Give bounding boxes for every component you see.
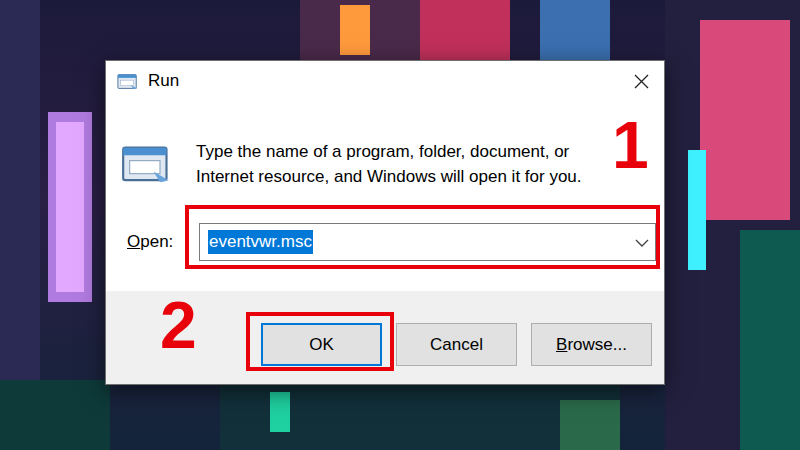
dialog-button[interactable]: Browse... [531,323,652,366]
title-bar: Run [106,61,664,101]
open-combobox[interactable]: eventvwr.msc [199,223,656,261]
open-row: Open:eventvwr.msc [121,223,664,261]
dialog-button[interactable]: Cancel [396,323,517,366]
annotation-box [246,312,394,371]
prompt-line: Type the name of a program, folder, docu… [196,139,582,164]
desktop: Run Type the name of a program, folder, d… [0,0,800,450]
run-icon [117,68,139,94]
prompt-line: Internet resource, and Windows will open… [196,164,582,189]
dropdown-arrow-icon[interactable] [635,229,649,255]
annotation-box [185,205,660,269]
open-value[interactable]: eventvwr.msc [208,230,313,254]
annotation-number: 2 [160,292,197,358]
dialog-button[interactable]: OK [261,323,382,366]
dialog-body: Type the name of a program, folder, docu… [106,101,664,291]
run-program-icon [121,139,196,191]
annotation-number: 1 [612,112,649,178]
close-icon[interactable] [618,61,664,101]
prompt-text: Type the name of a program, folder, docu… [196,139,582,189]
prompt: Type the name of a program, folder, docu… [121,139,664,191]
window-title: Run [148,68,179,94]
